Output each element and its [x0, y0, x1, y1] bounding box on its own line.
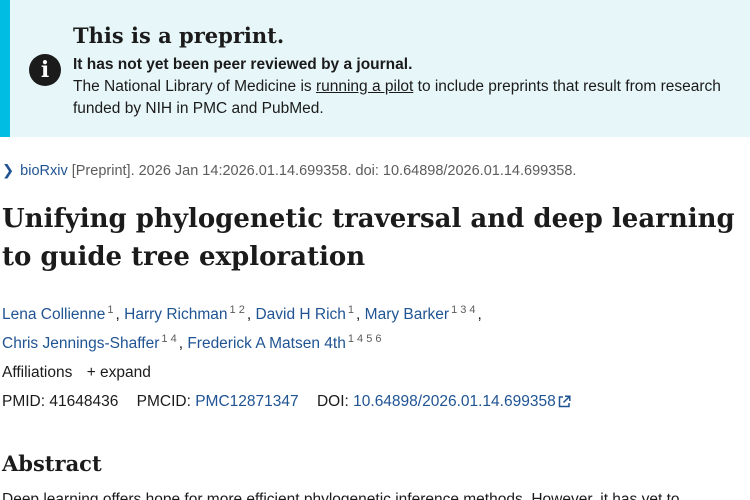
running-a-pilot-link[interactable]: running a pilot: [316, 78, 413, 95]
external-link-icon[interactable]: [558, 395, 571, 408]
author-affiliation-refs[interactable]: 1 3 4: [449, 304, 477, 316]
banner-strong-text: It has not yet been peer reviewed by a j…: [73, 56, 413, 73]
doi-label: DOI:: [316, 393, 349, 410]
banner-body: The National Library of Medicine is runn…: [73, 76, 733, 120]
author-link[interactable]: Frederick A Matsen 4th: [187, 335, 346, 352]
author-link[interactable]: Harry Richman: [124, 306, 227, 323]
citation-line: ❯ bioRxiv [Preprint]. 2026 Jan 14:2026.01…: [2, 163, 576, 179]
affiliations-label: Affiliations: [2, 364, 73, 381]
author-affiliation-refs[interactable]: 1 4: [159, 333, 178, 345]
citation-text: [Preprint]. 2026 Jan 14:2026.01.14.69935…: [71, 163, 577, 179]
author-affiliation-refs[interactable]: 1: [105, 304, 115, 316]
author-affiliation-refs[interactable]: 1 4 5 6: [346, 333, 384, 345]
affiliations-expand-button[interactable]: + expand: [87, 364, 151, 381]
pmcid-label: PMCID:: [136, 393, 191, 410]
info-icon: i: [29, 54, 61, 86]
author-link[interactable]: Mary Barker: [365, 306, 449, 323]
banner-title: This is a preprint.: [73, 23, 285, 48]
banner-text-before: The National Library of Medicine is: [73, 78, 316, 95]
affiliations-row: Affiliations + expand: [2, 364, 151, 382]
pmid-label: PMID:: [2, 393, 46, 410]
author-link[interactable]: David H Rich: [255, 306, 345, 323]
author-affiliation-refs[interactable]: 1: [346, 304, 356, 316]
abstract-heading: Abstract: [2, 451, 102, 476]
doi-link[interactable]: 10.64898/2026.01.14.699358: [353, 393, 556, 410]
author-affiliation-refs[interactable]: 1 2: [228, 304, 247, 316]
author-list: Lena Collienne 1, Harry Richman 1 2, David…: [2, 304, 482, 352]
abstract-text: Deep learning offers hope for more effic…: [2, 491, 680, 500]
journal-link[interactable]: bioRxiv: [20, 163, 68, 179]
chevron-right-icon[interactable]: ❯: [2, 163, 14, 179]
author-link[interactable]: Chris Jennings-Shaffer: [2, 335, 159, 352]
preprint-banner: i This is a preprint. It has not yet bee…: [0, 0, 750, 137]
article-ids: PMID: 41648436 PMCID: PMC12871347 DOI: 1…: [2, 393, 571, 411]
author-link[interactable]: Lena Collienne: [2, 306, 105, 323]
pmid-value: 41648436: [49, 393, 119, 410]
pmcid-link[interactable]: PMC12871347: [195, 393, 298, 410]
article-title: Unifying phylogenetic traversal and deep…: [2, 204, 735, 272]
